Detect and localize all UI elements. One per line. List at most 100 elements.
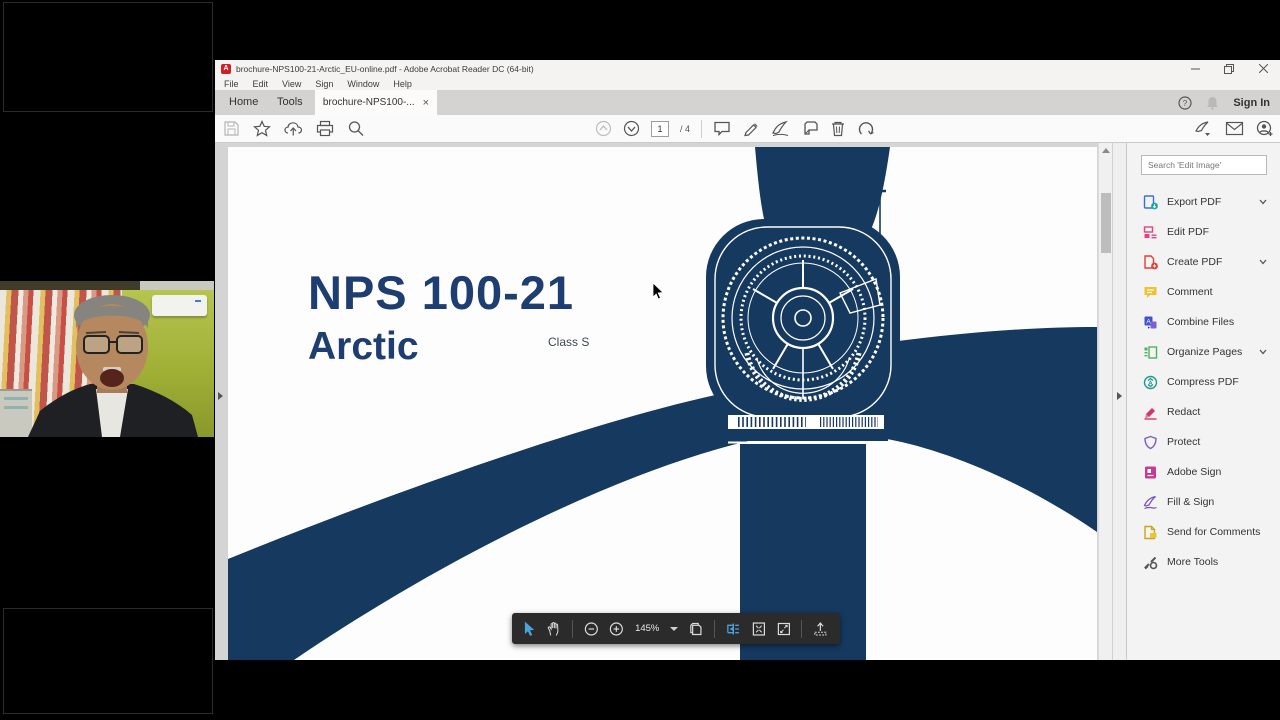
tool-label: Organize Pages (1167, 346, 1243, 358)
close-button[interactable] (1246, 60, 1280, 77)
left-panel-expand-icon[interactable] (218, 392, 223, 400)
person-speaker (28, 295, 198, 437)
hand-tool-icon[interactable] (547, 621, 561, 637)
comment-icon[interactable] (713, 120, 731, 137)
tab-home[interactable]: Home (229, 90, 258, 115)
search-icon[interactable] (347, 120, 365, 137)
tab-document[interactable]: brochure-NPS100-... × (315, 90, 437, 115)
page-down-icon[interactable] (623, 120, 640, 137)
tool-compress-pdf[interactable]: A Compress PDF (1127, 367, 1280, 397)
wind-turbine-illustration (228, 147, 1097, 660)
tool-export-pdf[interactable]: Export PDF (1127, 187, 1280, 217)
acrobat-window: A brochure-NPS100-21-Arctic_EU-online.pd… (215, 60, 1280, 660)
toolbar-divider (801, 619, 803, 638)
tool-label: Export PDF (1167, 196, 1222, 208)
zoom-caret-icon[interactable] (670, 626, 679, 631)
fit-page-icon[interactable] (752, 621, 766, 637)
menu-window[interactable]: Window (347, 79, 379, 89)
page-copy-icon[interactable] (689, 621, 703, 637)
window-title: brochure-NPS100-21-Arctic_EU-online.pdf … (236, 63, 534, 74)
star-icon[interactable] (253, 120, 271, 137)
tool-label: Fill & Sign (1167, 496, 1215, 508)
rotate-icon[interactable] (857, 120, 875, 137)
tool-organize-pages[interactable]: Organize Pages (1127, 337, 1280, 367)
tools-panel-collapse-strip[interactable] (1112, 143, 1126, 660)
menu-edit[interactable]: Edit (253, 79, 269, 89)
tool-create-pdf[interactable]: Create PDF (1127, 247, 1280, 277)
print-icon[interactable] (316, 120, 334, 137)
trash-icon[interactable] (830, 120, 846, 137)
sign-in-button[interactable]: Sign In (1233, 97, 1270, 109)
zoom-in-icon[interactable] (609, 621, 624, 637)
mouse-cursor (652, 283, 664, 300)
tool-label: Create PDF (1167, 256, 1223, 268)
edit-pdf-icon (1143, 225, 1157, 238)
page-up-icon[interactable] (595, 120, 612, 137)
compress-pdf-icon: A (1143, 375, 1158, 389)
page-number-input[interactable]: 1 (651, 120, 669, 137)
tool-label: Adobe Sign (1167, 466, 1222, 478)
menu-sign[interactable]: Sign (315, 79, 333, 89)
page-total: / 4 (680, 123, 691, 134)
tab-bar: Home Tools brochure-NPS100-... × ? Sign … (215, 90, 1280, 115)
sign-pen-icon[interactable] (771, 120, 790, 137)
vertical-scrollbar[interactable] (1098, 143, 1112, 660)
menu-view[interactable]: View (282, 79, 301, 89)
cursor-tool-icon[interactable] (524, 621, 536, 637)
envelope-icon[interactable] (1225, 121, 1244, 136)
export-pdf-icon (1143, 194, 1158, 209)
tool-fill-sign[interactable]: Fill & Sign (1127, 487, 1280, 517)
scroll-mode-icon[interactable] (726, 621, 741, 637)
help-icon[interactable]: ? (1178, 95, 1192, 110)
chevron-down-icon[interactable] (1259, 199, 1267, 205)
tool-label: Redact (1167, 406, 1201, 418)
zoom-level-display[interactable]: 145% (635, 623, 659, 634)
more-tools-icon (1144, 556, 1158, 569)
save-icon[interactable] (223, 120, 240, 137)
pdf-page: NPS 100-21 Arctic Class S (228, 147, 1097, 660)
fill-sign-icon (1143, 495, 1157, 509)
tool-label: Edit PDF (1167, 226, 1210, 238)
tool-combine-files[interactable]: A Combine Files (1127, 307, 1280, 337)
zoom-out-icon[interactable] (584, 621, 599, 637)
combine-files-icon: A (1144, 316, 1157, 329)
protect-icon (1144, 435, 1157, 449)
title-bar: A brochure-NPS100-21-Arctic_EU-online.pd… (215, 60, 1280, 77)
menu-file[interactable]: File (224, 79, 239, 89)
fullscreen-icon[interactable] (777, 621, 791, 637)
close-tab-icon[interactable]: × (423, 97, 429, 109)
bell-icon[interactable] (1206, 96, 1219, 110)
tool-send-for-comments[interactable]: Send for Comments (1127, 517, 1280, 547)
create-pdf-icon (1144, 254, 1158, 269)
tool-comment[interactable]: Comment (1127, 277, 1280, 307)
menu-bar: File Edit View Sign Window Help (215, 77, 1280, 90)
organize-pages-icon (1144, 345, 1158, 359)
tools-search-input[interactable] (1141, 155, 1267, 175)
toolbar-divider (571, 619, 573, 638)
pen-tool-icon[interactable] (1194, 120, 1213, 137)
account-add-icon[interactable] (1256, 120, 1274, 137)
floating-page-toolbar: 145% (512, 613, 840, 644)
tool-more-tools[interactable]: More Tools (1127, 547, 1280, 577)
scroll-up-icon[interactable] (1102, 148, 1110, 153)
adobe-sign-icon (1145, 466, 1156, 478)
chevron-down-icon[interactable] (1259, 259, 1267, 265)
main-toolbar: 1 / 4 (215, 115, 1280, 143)
tools-panel-collapse-icon[interactable] (1117, 392, 1122, 400)
cloud-upload-icon[interactable] (284, 120, 303, 137)
tool-edit-pdf[interactable]: Edit PDF (1127, 217, 1280, 247)
scrollbar-thumb[interactable] (1101, 193, 1111, 253)
menu-help[interactable]: Help (393, 79, 412, 89)
tool-protect[interactable]: Protect (1127, 427, 1280, 457)
highlight-icon[interactable] (742, 120, 760, 137)
svg-text:?: ? (1183, 99, 1188, 108)
stamp-icon[interactable] (801, 120, 819, 137)
tool-redact[interactable]: Redact (1127, 397, 1280, 427)
video-tile-empty-bottom (3, 608, 213, 714)
tab-tools[interactable]: Tools (277, 90, 303, 115)
minimize-button[interactable] (1178, 60, 1212, 77)
share-upload-icon[interactable] (813, 621, 828, 637)
tool-adobe-sign[interactable]: Adobe Sign (1127, 457, 1280, 487)
restore-button[interactable] (1212, 60, 1246, 77)
chevron-down-icon[interactable] (1259, 349, 1267, 355)
